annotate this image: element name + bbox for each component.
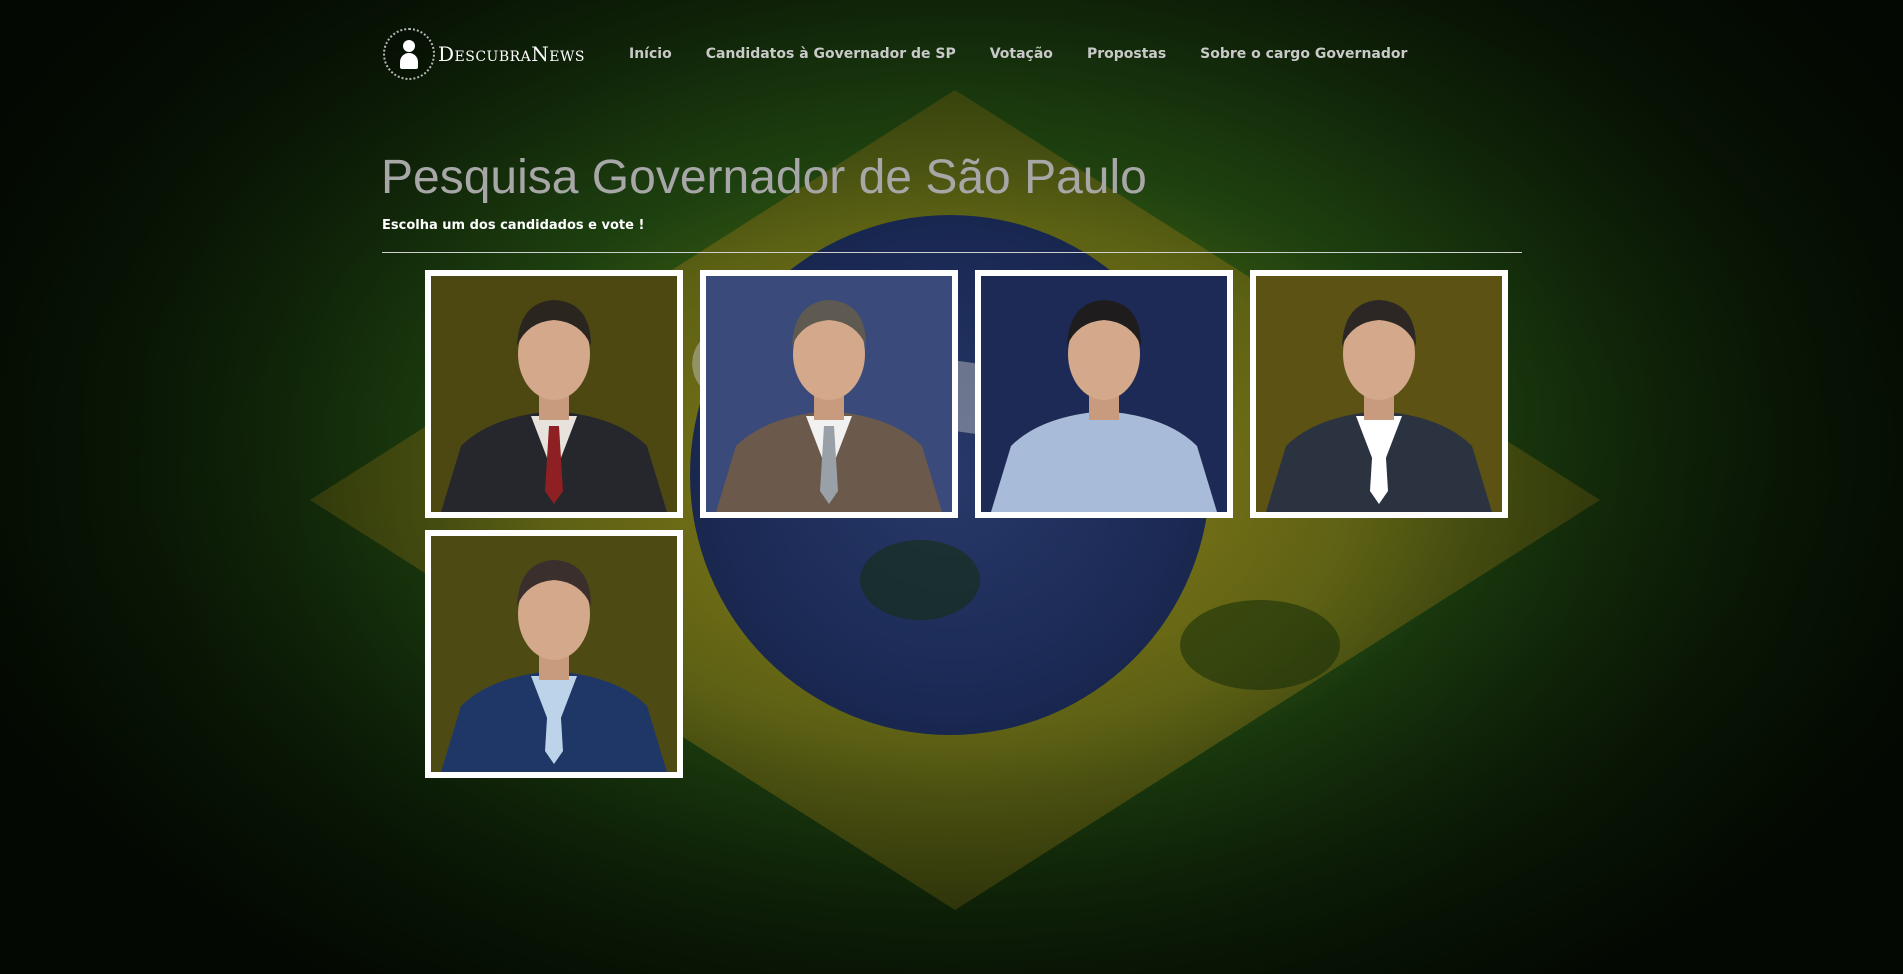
candidate-photo: [706, 276, 952, 512]
candidate-card-2[interactable]: [700, 270, 958, 518]
candidate-card-3[interactable]: [975, 270, 1233, 518]
candidate-card-4[interactable]: [1250, 270, 1508, 518]
people-network-icon: [383, 28, 435, 80]
main-nav: Início Candidatos à Governador de SP Vot…: [629, 46, 1407, 62]
logo-text: DescubraNews: [438, 42, 585, 66]
site-logo[interactable]: DescubraNews: [383, 28, 585, 80]
candidate-photo: [431, 536, 677, 772]
candidate-photo: [981, 276, 1227, 512]
page-subtitle: Escolha um dos candidados e vote !: [382, 218, 645, 233]
page: DescubraNews Início Candidatos à Governa…: [0, 0, 1903, 974]
candidate-photo: [431, 276, 677, 512]
nav-link-propostas[interactable]: Propostas: [1087, 46, 1166, 62]
nav-link-sobre-cargo[interactable]: Sobre o cargo Governador: [1200, 46, 1407, 62]
page-title: Pesquisa Governador de São Paulo: [381, 151, 1147, 204]
nav-link-candidatos[interactable]: Candidatos à Governador de SP: [706, 46, 956, 62]
site-header: DescubraNews Início Candidatos à Governa…: [383, 26, 1407, 82]
nav-link-votacao[interactable]: Votação: [990, 46, 1053, 62]
candidate-card-5[interactable]: [425, 530, 683, 778]
divider: [382, 252, 1522, 253]
nav-link-inicio[interactable]: Início: [629, 46, 672, 62]
candidate-photo: [1256, 276, 1502, 512]
candidate-card-1[interactable]: [425, 270, 683, 518]
